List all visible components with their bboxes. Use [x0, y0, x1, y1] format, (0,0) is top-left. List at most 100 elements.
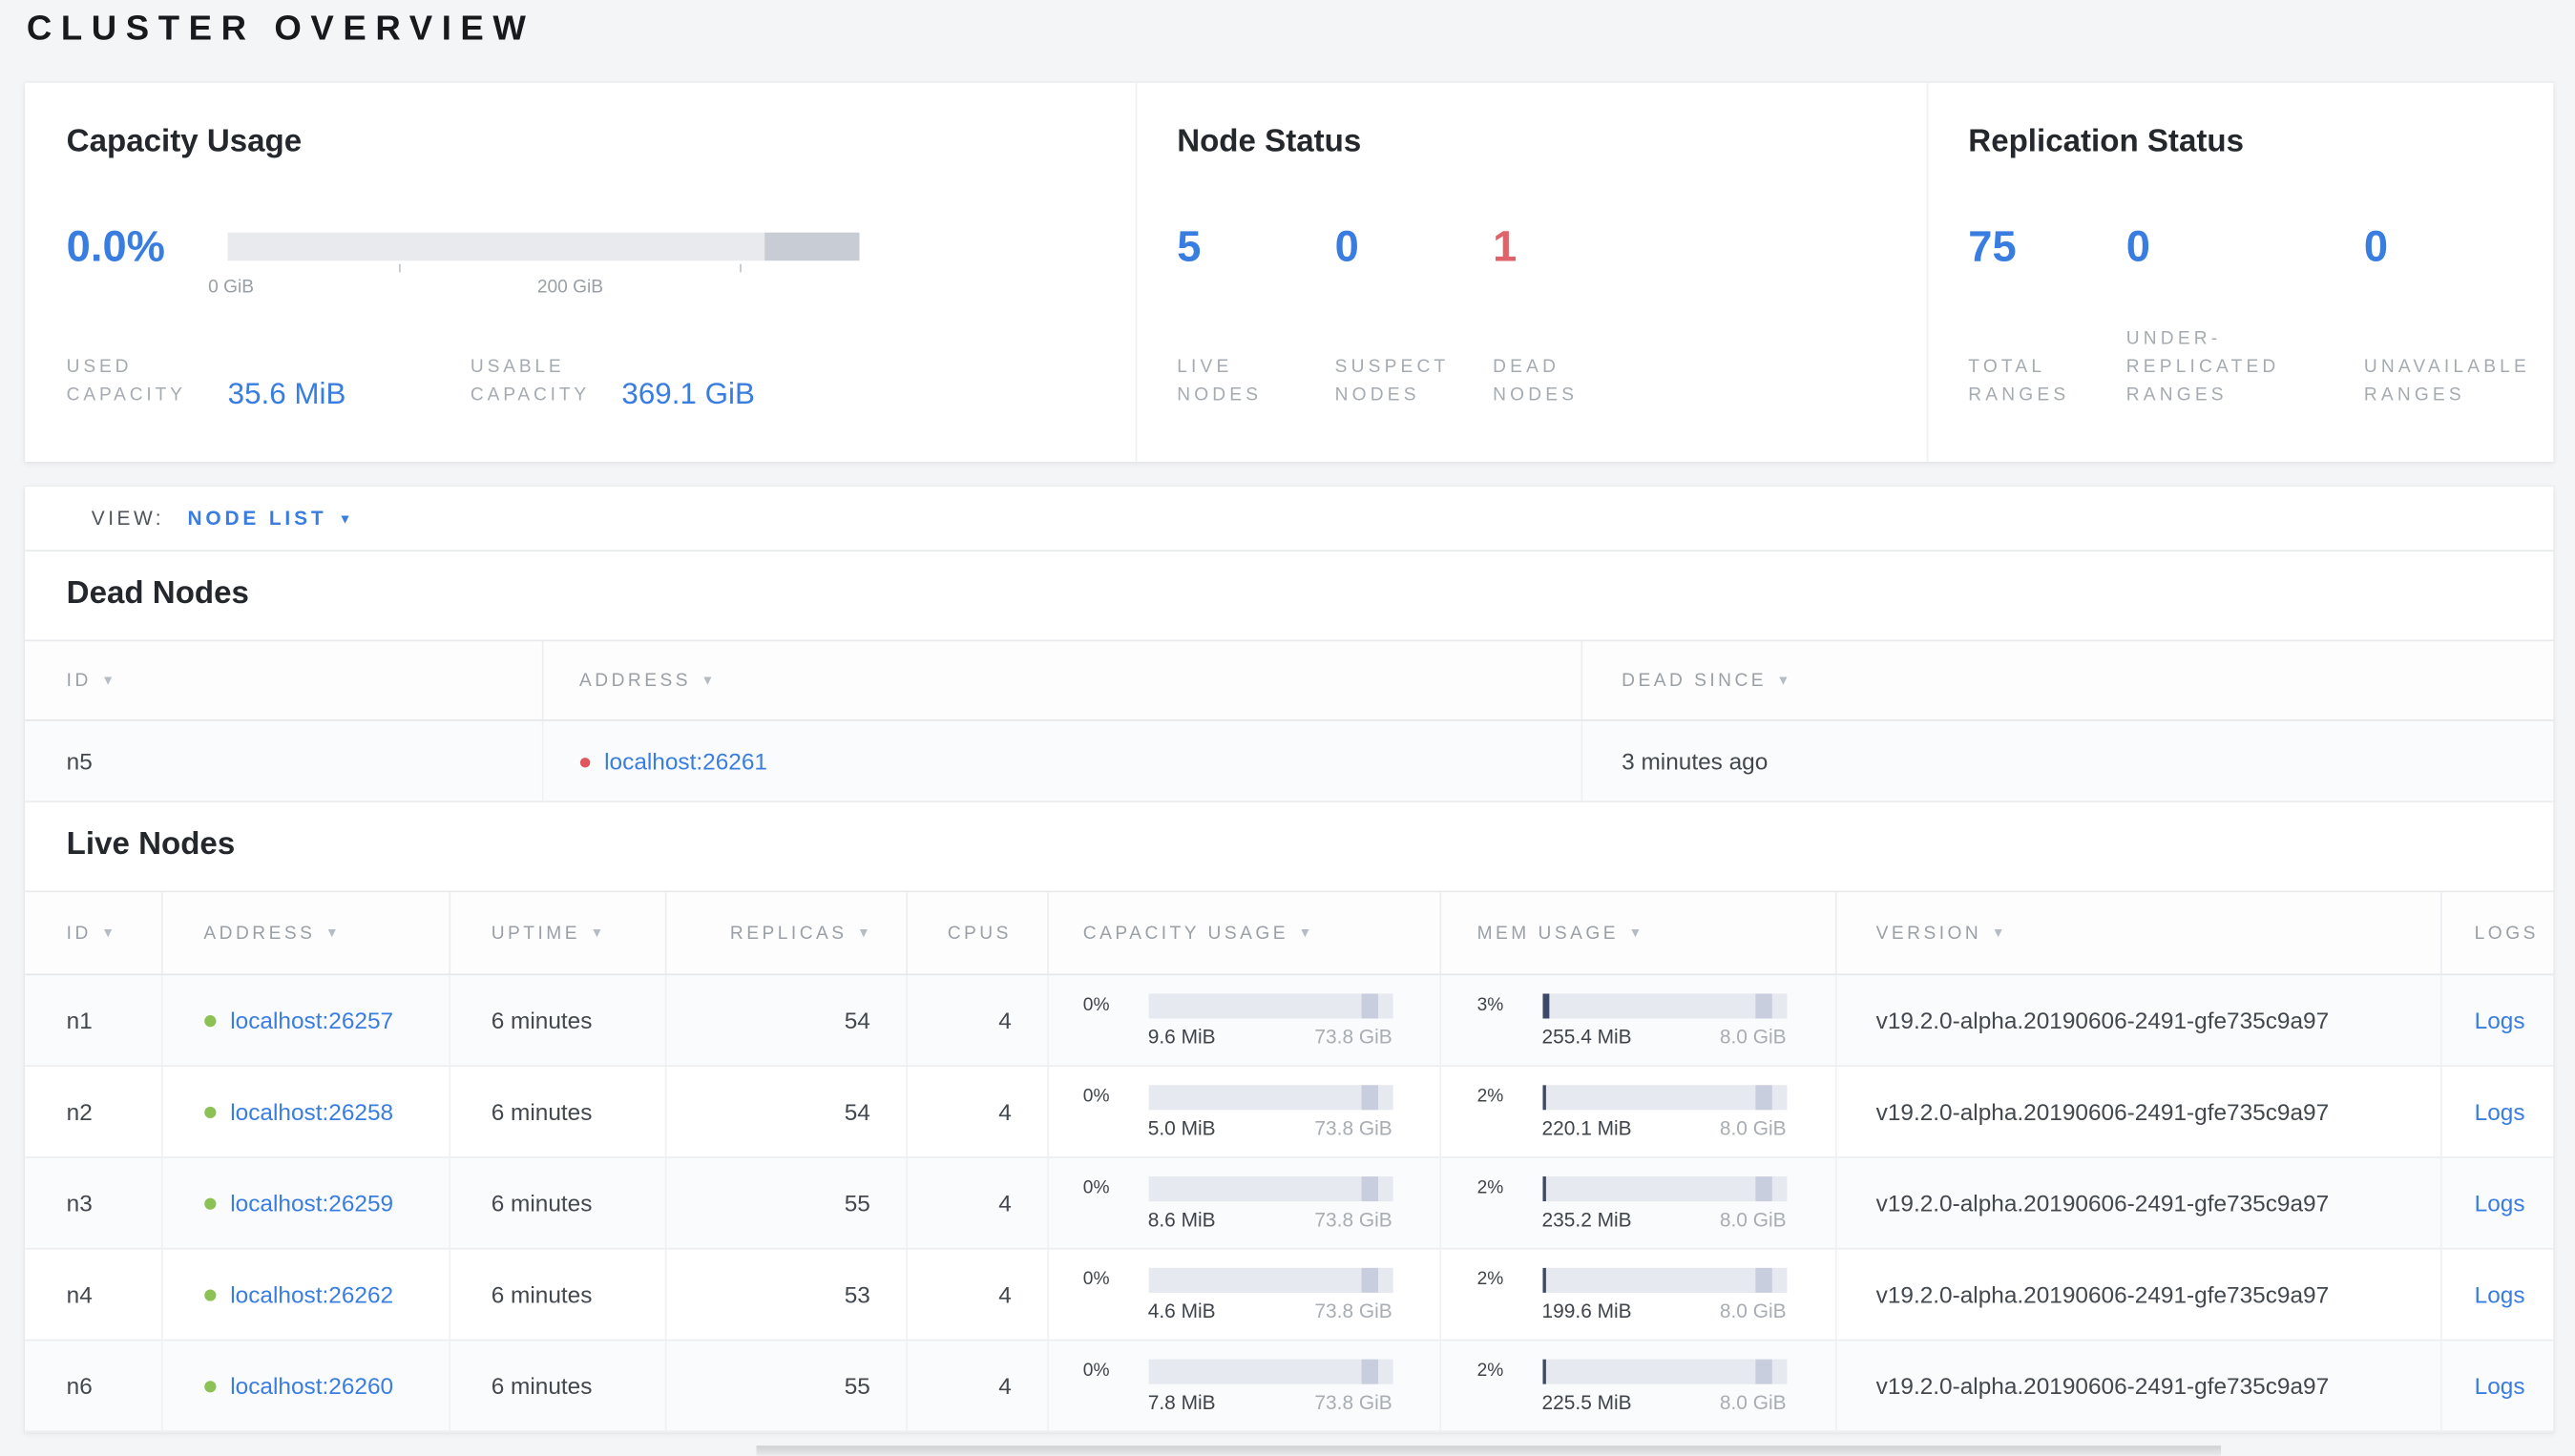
mem-bar	[1541, 1266, 1787, 1293]
col-header-mem-usage[interactable]: MEM USAGE ▼	[1438, 890, 1835, 976]
col-header-version[interactable]: VERSION ▼	[1834, 890, 2440, 976]
col-label: REPLICAS	[729, 923, 848, 944]
table-row: n4 localhost:26262 6 minutes 53 4 0% 4.6…	[25, 1248, 2554, 1342]
node-address-link[interactable]: localhost:26260	[230, 1373, 393, 1400]
dead-nodes-title: Dead Nodes	[66, 576, 249, 612]
node-id: n6	[25, 1340, 161, 1433]
dead-status-icon	[579, 758, 590, 768]
axis-tick	[740, 262, 742, 272]
mem-bar	[1541, 1358, 1787, 1383]
logs-link[interactable]: Logs	[2475, 1281, 2525, 1308]
table-row: n5 localhost:26261 3 minutes ago	[25, 719, 2554, 803]
capacity-bar-segment	[1360, 1175, 1378, 1201]
col-label: CAPACITY USAGE	[1082, 923, 1289, 944]
capacity-total-value: 73.8 GiB	[1314, 1024, 1392, 1049]
node-version: v19.2.0-alpha.20190606-2491-gfe735c9a97	[1834, 1340, 2440, 1433]
stat-under-replicated-ranges: 0 UNDER-REPLICATED RANGES	[2126, 220, 2364, 410]
mem-bar-segment	[1754, 1266, 1771, 1293]
under-replicated-count: 0	[2125, 220, 2150, 271]
capacity-percent: 0%	[1082, 1361, 1110, 1382]
mem-total-value: 8.0 GiB	[1719, 1299, 1787, 1322]
dead-nodes-count: 1	[1493, 220, 1518, 271]
col-header-dead-since[interactable]: DEAD SINCE ▼	[1580, 639, 2554, 721]
stat-total-ranges: 75 TOTAL RANGES	[1968, 220, 2125, 410]
capacity-bar-segment	[1360, 1266, 1378, 1293]
node-id: n1	[25, 974, 161, 1068]
bottom-edge-shadow	[756, 1446, 2222, 1456]
mem-used-value: 220.1 MiB	[1541, 1115, 1632, 1139]
view-bar: VIEW: NODE LIST ▼	[25, 487, 2554, 552]
mem-total-value: 8.0 GiB	[1719, 1389, 1787, 1414]
logs-link[interactable]: Logs	[2475, 1373, 2525, 1400]
mem-bar-fill	[1541, 1358, 1547, 1383]
node-replicas: 54	[663, 974, 907, 1068]
col-label: VERSION	[1875, 923, 1982, 944]
node-address-link[interactable]: localhost:26261	[604, 748, 767, 775]
mem-bar	[1541, 1175, 1787, 1201]
col-header-id[interactable]: ID ▼	[25, 639, 542, 721]
live-nodes-title: Live Nodes	[66, 827, 236, 863]
capacity-bar-track	[227, 231, 860, 260]
table-row: n2 localhost:26258 6 minutes 54 4 0% 5.0…	[25, 1066, 2554, 1158]
live-status-icon	[203, 1381, 216, 1393]
mem-percent: 2%	[1476, 1177, 1504, 1198]
col-header-capacity-usage[interactable]: CAPACITY USAGE ▼	[1046, 890, 1440, 976]
live-status-icon	[203, 1106, 216, 1119]
col-label: MEM USAGE	[1476, 923, 1620, 944]
logs-link[interactable]: Logs	[2475, 1098, 2525, 1125]
col-header-address[interactable]: ADDRESS ▼	[160, 890, 450, 976]
usable-capacity-stat: USABLE CAPACITY 369.1 GiB	[471, 354, 755, 410]
live-nodes-table: ID ▼ ADDRESS ▼ UPTIME ▼ REPLICAS ▼ CPUS CAPA…	[25, 890, 2554, 1433]
table-header-row: ID ▼ ADDRESS ▼ UPTIME ▼ REPLICAS ▼ CPUS CAPA…	[25, 890, 2554, 976]
node-id: n2	[25, 1066, 161, 1158]
mem-used-value: 199.6 MiB	[1541, 1299, 1632, 1322]
node-address-link[interactable]: localhost:26259	[230, 1190, 393, 1217]
view-selector-dropdown[interactable]: NODE LIST ▼	[187, 507, 351, 530]
col-header-id[interactable]: ID ▼	[25, 890, 161, 976]
capacity-bar-segment	[1360, 1358, 1378, 1383]
capacity-bar-segment	[1360, 992, 1378, 1018]
node-list-card: VIEW: NODE LIST ▼ Dead Nodes ID ▼ ADDRESS…	[25, 487, 2554, 1433]
live-status-icon	[203, 1015, 216, 1028]
mem-usage-cell: 2% 225.5 MiB 8.0 GiB	[1477, 1358, 1787, 1414]
mem-usage-cell: 2% 220.1 MiB 8.0 GiB	[1477, 1084, 1787, 1139]
capacity-bar	[1147, 1175, 1392, 1201]
col-header-replicas[interactable]: REPLICAS ▼	[663, 890, 907, 976]
live-status-icon	[203, 1289, 216, 1301]
col-label: LOGS	[2474, 923, 2539, 944]
node-replicas: 55	[663, 1156, 907, 1250]
col-header-address[interactable]: ADDRESS ▼	[540, 639, 1581, 721]
mem-bar-segment	[1754, 1084, 1771, 1110]
node-uptime: 6 minutes	[448, 1248, 665, 1342]
node-address-link[interactable]: localhost:26258	[230, 1098, 393, 1125]
node-replicas: 55	[663, 1340, 907, 1433]
logs-link[interactable]: Logs	[2475, 1007, 2525, 1033]
mem-bar-fill	[1541, 1175, 1547, 1201]
table-header-row: ID ▼ ADDRESS ▼ DEAD SINCE ▼	[25, 639, 2554, 721]
node-address-link[interactable]: localhost:26257	[230, 1007, 393, 1033]
logs-link[interactable]: Logs	[2475, 1190, 2525, 1217]
node-id: n4	[25, 1248, 161, 1342]
node-address-link[interactable]: localhost:26262	[230, 1281, 393, 1308]
node-cpus: 4	[905, 1066, 1048, 1158]
used-capacity-label: USED CAPACITY	[66, 357, 186, 406]
mem-used-value: 235.2 MiB	[1541, 1207, 1632, 1231]
capacity-usage-title: Capacity Usage	[66, 124, 303, 160]
view-label: VIEW:	[91, 507, 165, 530]
mem-bar-segment	[1754, 1175, 1771, 1201]
table-row: n6 localhost:26260 6 minutes 55 4 0% 7.8…	[25, 1340, 2554, 1433]
capacity-used-percent: 0.0%	[66, 220, 165, 271]
stat-suspect-nodes: 0 SUSPECT NODES	[1335, 220, 1493, 410]
capacity-percent: 0%	[1082, 1177, 1110, 1198]
usable-capacity-value: 369.1 GiB	[621, 377, 755, 411]
live-status-icon	[203, 1197, 216, 1210]
mem-bar-fill	[1541, 1084, 1547, 1110]
axis-tick	[399, 262, 401, 272]
sort-arrow-icon: ▼	[1628, 925, 1643, 940]
mem-usage-cell: 3% 255.4 MiB 8.0 GiB	[1477, 992, 1787, 1048]
col-label: ID	[66, 923, 92, 944]
capacity-bar	[1147, 1084, 1392, 1110]
node-cpus: 4	[905, 1340, 1048, 1433]
col-header-uptime[interactable]: UPTIME ▼	[448, 890, 665, 976]
col-label: ID	[66, 670, 92, 691]
